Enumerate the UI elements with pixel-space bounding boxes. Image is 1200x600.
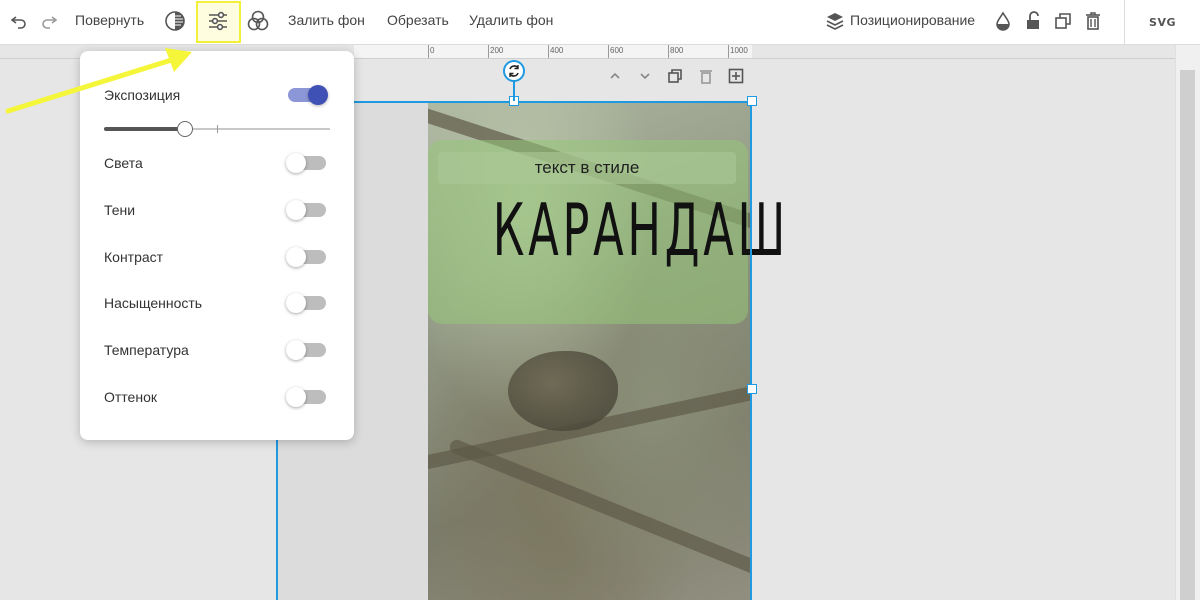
ruler-tick	[608, 45, 609, 59]
ruler-label: 400	[550, 46, 564, 55]
fill-background-button[interactable]: Залить фон	[288, 12, 365, 28]
crop-button[interactable]: Обрезать	[387, 12, 449, 28]
rotate-icon	[509, 65, 519, 77]
tint-label: Оттенок	[104, 389, 157, 405]
ruler-tick	[668, 45, 669, 59]
toggle-knob	[286, 153, 306, 173]
svg-export-button[interactable]: SVG	[1124, 0, 1200, 45]
top-toolbar: Повернуть Залить фон Обрезать Удалить фо…	[0, 0, 1200, 45]
opacity-drop-icon[interactable]	[990, 8, 1016, 34]
rotate-button[interactable]: Повернуть	[75, 12, 144, 28]
copy-object-icon[interactable]	[665, 66, 685, 86]
exposure-toggle[interactable]	[288, 85, 328, 105]
duplicate-icon[interactable]	[1050, 8, 1076, 34]
horizontal-ruler: 0 200 400 600 800 1000	[354, 45, 752, 59]
vertical-scrollbar-thumb[interactable]	[1180, 70, 1195, 600]
toggle-knob	[286, 387, 306, 407]
move-down-icon[interactable]	[635, 66, 655, 86]
sliders-icon[interactable]	[205, 8, 231, 34]
adjustments-panel: Экспозиция Света Тени Контраст Насыщенно…	[80, 51, 354, 440]
temperature-toggle[interactable]	[286, 340, 326, 360]
toggle-knob	[286, 293, 306, 313]
resize-handle-right[interactable]	[747, 384, 757, 394]
ruler-label: 0	[430, 46, 435, 55]
ruler-label: 1000	[730, 46, 748, 55]
ruler-label: 800	[670, 46, 684, 55]
ruler-label: 200	[490, 46, 504, 55]
contrast-toggle[interactable]	[286, 247, 326, 267]
toggle-knob	[286, 200, 306, 220]
add-object-icon[interactable]	[726, 66, 746, 86]
exposure-slider-fill	[104, 127, 186, 131]
temperature-label: Температура	[104, 342, 189, 358]
shadows-toggle[interactable]	[286, 200, 326, 220]
exposure-slider-thumb[interactable]	[177, 121, 193, 137]
redo-icon[interactable]	[36, 8, 62, 34]
rotate-handle[interactable]	[503, 60, 525, 82]
rotate-handle-stem	[513, 80, 515, 101]
ruler-tick	[548, 45, 549, 59]
contrast-label: Контраст	[104, 249, 164, 265]
undo-icon[interactable]	[6, 8, 32, 34]
layers-icon[interactable]	[822, 8, 848, 34]
tint-toggle[interactable]	[286, 387, 326, 407]
saturation-label: Насыщенность	[104, 295, 203, 311]
saturation-toggle[interactable]	[286, 293, 326, 313]
delete-object-icon[interactable]	[696, 66, 716, 86]
move-up-icon[interactable]	[605, 66, 625, 86]
ruler-tick	[428, 45, 429, 59]
highlights-toggle[interactable]	[286, 153, 326, 173]
resize-handle-top-right[interactable]	[747, 96, 757, 106]
exposure-slider-center-mark	[217, 125, 218, 133]
toggle-knob	[286, 247, 306, 267]
unlock-icon[interactable]	[1020, 8, 1046, 34]
remove-background-button[interactable]: Удалить фон	[469, 12, 553, 28]
filter-icon[interactable]	[162, 8, 188, 34]
ruler-tick	[728, 45, 729, 59]
toggle-knob	[308, 85, 328, 105]
exposure-label: Экспозиция	[104, 87, 181, 103]
positioning-button[interactable]: Позиционирование	[850, 12, 975, 28]
trash-icon[interactable]	[1080, 8, 1106, 34]
ruler-label: 600	[610, 46, 624, 55]
toggle-knob	[286, 340, 306, 360]
ruler-tick	[488, 45, 489, 59]
highlights-label: Света	[104, 155, 143, 171]
shadows-label: Тени	[104, 202, 136, 218]
blend-icon[interactable]	[245, 8, 271, 34]
